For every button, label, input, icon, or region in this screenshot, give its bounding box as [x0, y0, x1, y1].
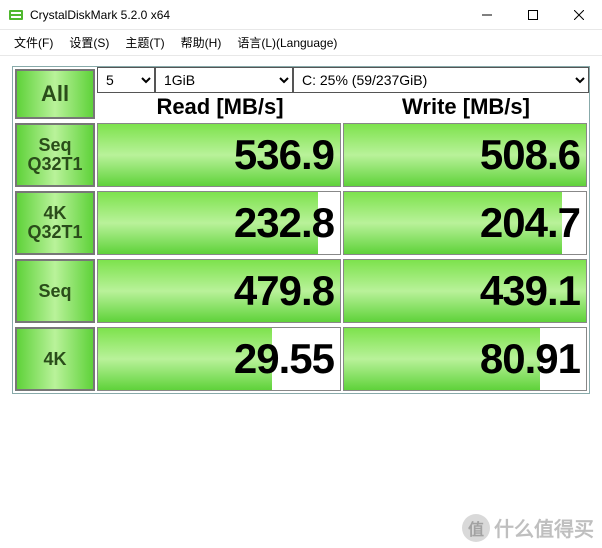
menu-settings[interactable]: 设置(S) — [61, 31, 117, 54]
test-label: 4K — [43, 350, 66, 369]
test-sublabel: Q32T1 — [27, 223, 82, 242]
titlebar: CrystalDiskMark 5.2.0 x64 — [0, 0, 602, 30]
write-cell: 439.1 — [343, 259, 587, 323]
window-title: CrystalDiskMark 5.2.0 x64 — [30, 8, 464, 22]
benchmark-panel: All 5 1GiB C: 25% (59/237GiB) Read [MB/s… — [12, 66, 590, 394]
run-test-button[interactable]: 4K — [15, 327, 95, 391]
table-row: 4KQ32T1 232.8 204.7 — [13, 189, 589, 257]
test-size-select[interactable]: 1GiB — [155, 67, 293, 93]
test-label: 4K — [43, 204, 66, 223]
write-value: 439.1 — [480, 267, 580, 315]
run-test-button[interactable]: Seq — [15, 259, 95, 323]
write-value: 204.7 — [480, 199, 580, 247]
close-button[interactable] — [556, 0, 602, 29]
table-row: Seq 479.8 439.1 — [13, 257, 589, 325]
app-icon — [8, 7, 24, 23]
run-test-button[interactable]: SeqQ32T1 — [15, 123, 95, 187]
read-cell: 29.55 — [97, 327, 341, 391]
read-value: 29.55 — [234, 335, 334, 383]
write-value: 80.91 — [480, 335, 580, 383]
watermark-icon: 值 — [462, 514, 490, 542]
write-cell: 80.91 — [343, 327, 587, 391]
test-label: Seq — [38, 282, 71, 301]
table-row: 4K 29.55 80.91 — [13, 325, 589, 393]
read-cell: 479.8 — [97, 259, 341, 323]
test-label: Seq — [38, 136, 71, 155]
minimize-button[interactable] — [464, 0, 510, 29]
read-cell: 536.9 — [97, 123, 341, 187]
maximize-button[interactable] — [510, 0, 556, 29]
controls-row: All 5 1GiB C: 25% (59/237GiB) Read [MB/s… — [13, 67, 589, 121]
watermark-text: 什么值得买 — [494, 513, 594, 542]
runs-select[interactable]: 5 — [97, 67, 155, 93]
read-header: Read [MB/s] — [97, 93, 343, 121]
drive-select[interactable]: C: 25% (59/237GiB) — [293, 67, 589, 93]
write-cell: 204.7 — [343, 191, 587, 255]
run-test-button[interactable]: 4KQ32T1 — [15, 191, 95, 255]
table-row: SeqQ32T1 536.9 508.6 — [13, 121, 589, 189]
run-all-button[interactable]: All — [15, 69, 95, 119]
menubar: 文件(F) 设置(S) 主题(T) 帮助(H) 语言(L)(Language) — [0, 30, 602, 56]
read-cell: 232.8 — [97, 191, 341, 255]
menu-file[interactable]: 文件(F) — [6, 31, 61, 54]
read-value: 479.8 — [234, 267, 334, 315]
client-area: All 5 1GiB C: 25% (59/237GiB) Read [MB/s… — [0, 56, 602, 406]
window-controls — [464, 0, 602, 29]
menu-help[interactable]: 帮助(H) — [173, 31, 230, 54]
menu-language[interactable]: 语言(L)(Language) — [229, 31, 345, 54]
write-cell: 508.6 — [343, 123, 587, 187]
write-value: 508.6 — [480, 131, 580, 179]
test-sublabel: Q32T1 — [27, 155, 82, 174]
read-value: 232.8 — [234, 199, 334, 247]
read-value: 536.9 — [234, 131, 334, 179]
menu-theme[interactable]: 主题(T) — [117, 31, 172, 54]
watermark: 值 什么值得买 — [462, 513, 594, 542]
write-header: Write [MB/s] — [343, 93, 589, 121]
benchmark-rows: SeqQ32T1536.9508.64KQ32T1232.8204.7Seq47… — [13, 121, 589, 393]
